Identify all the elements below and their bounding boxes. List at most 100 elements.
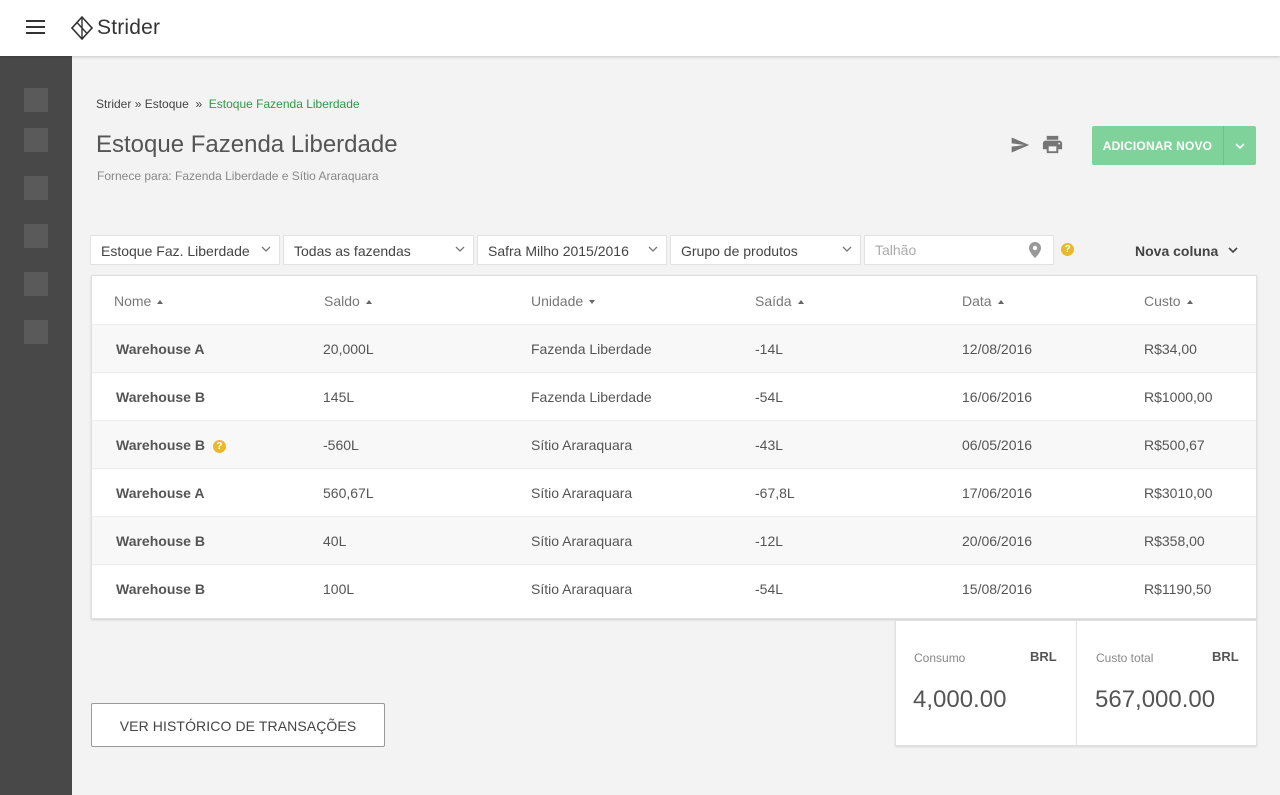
sidebar-item-3[interactable] xyxy=(24,176,48,200)
page-title: Estoque Fazenda Liberdade xyxy=(96,131,398,158)
breadcrumb-separator: » xyxy=(195,97,203,111)
consumo-currency: BRL xyxy=(1030,649,1057,664)
cell-unidade: Sítio Araraquara xyxy=(531,485,633,501)
column-header-custo[interactable]: Custo xyxy=(1144,293,1193,309)
table-row[interactable]: Warehouse B? -560L Sítio Araraquara -43L… xyxy=(92,420,1256,468)
breadcrumb-root[interactable]: Strider xyxy=(96,97,131,111)
cell-saida: -14L xyxy=(755,341,784,357)
column-header-label: Unidade xyxy=(531,293,584,309)
cell-unidade: Sítio Araraquara xyxy=(531,437,633,453)
sidebar-item-5[interactable] xyxy=(24,272,48,296)
column-header-nome[interactable]: Nome xyxy=(114,293,164,309)
table-row[interactable]: Warehouse A 560,67L Sítio Araraquara -67… xyxy=(92,468,1256,516)
app-title: Strider xyxy=(97,16,161,39)
cell-data: 06/05/2016 xyxy=(962,437,1033,453)
cell-saida: -67,8L xyxy=(755,485,795,501)
totals-divider xyxy=(1076,621,1077,745)
column-header-data[interactable]: Data xyxy=(962,293,1004,309)
sort-asc-icon xyxy=(157,300,164,304)
column-header-label: Custo xyxy=(1144,293,1181,309)
sort-asc-icon xyxy=(1186,300,1193,304)
cell-nome: Warehouse B? xyxy=(116,437,226,453)
consumo-label: Consumo xyxy=(914,651,966,665)
send-icon[interactable] xyxy=(1010,135,1030,155)
sidebar-item-6[interactable] xyxy=(24,320,48,344)
sidebar-item-2[interactable] xyxy=(24,128,48,152)
totals-card: Consumo BRL 4,000.00 Custo total BRL 567… xyxy=(895,620,1257,746)
sidebar-item-1[interactable] xyxy=(24,88,48,112)
safra-select-value: Safra Milho 2015/2016 xyxy=(488,243,629,259)
column-header-saida[interactable]: Saída xyxy=(755,293,804,309)
map-pin-icon[interactable] xyxy=(1029,242,1041,258)
cell-saldo: 40L xyxy=(323,533,347,549)
cell-saldo: 100L xyxy=(323,581,355,597)
cell-saida: -54L xyxy=(755,581,784,597)
cell-unidade: Fazenda Liberdade xyxy=(531,341,652,357)
table-row[interactable]: Warehouse B 145L Fazenda Liberdade -54L … xyxy=(92,372,1256,420)
cell-data: 17/06/2016 xyxy=(962,485,1033,501)
cell-custo: R$358,00 xyxy=(1144,533,1205,549)
transaction-history-button[interactable]: VER HISTÓRICO DE TRANSAÇÕES xyxy=(91,703,385,747)
table-row[interactable]: Warehouse A 20,000L Fazenda Liberdade -1… xyxy=(92,324,1256,372)
cell-data: 16/06/2016 xyxy=(962,389,1033,405)
cell-custo: R$3010,00 xyxy=(1144,485,1213,501)
cell-saida: -54L xyxy=(755,389,784,405)
cell-saida: -43L xyxy=(755,437,784,453)
estoque-select[interactable]: Estoque Faz. Liberdade xyxy=(90,235,280,265)
cell-saldo: 560,67L xyxy=(323,485,374,501)
cell-data: 15/08/2016 xyxy=(962,581,1033,597)
cell-unidade: Sítio Araraquara xyxy=(531,533,633,549)
cell-data: 12/08/2016 xyxy=(962,341,1033,357)
add-new-button[interactable]: ADICIONAR NOVO xyxy=(1092,126,1223,165)
table-row[interactable]: Warehouse B 40L Sítio Araraquara -12L 20… xyxy=(92,516,1256,564)
breadcrumb-section[interactable]: Estoque xyxy=(145,97,189,111)
cell-data: 20/06/2016 xyxy=(962,533,1033,549)
column-header-unidade[interactable]: Unidade xyxy=(531,293,596,309)
cell-nome-text: Warehouse B xyxy=(116,437,205,453)
grupo-produtos-select-value: Grupo de produtos xyxy=(681,243,798,259)
cell-custo: R$500,67 xyxy=(1144,437,1205,453)
cell-saldo: 145L xyxy=(323,389,355,405)
cell-nome: Warehouse B xyxy=(116,581,205,597)
cell-nome: Warehouse B xyxy=(116,533,205,549)
strider-logo-icon xyxy=(71,16,93,40)
cell-custo: R$34,00 xyxy=(1144,341,1197,357)
cell-saldo: -560L xyxy=(323,437,359,453)
column-header-label: Saldo xyxy=(324,293,360,309)
add-new-dropdown-button[interactable] xyxy=(1224,126,1256,165)
sort-asc-icon xyxy=(365,300,372,304)
warning-help-icon[interactable]: ? xyxy=(212,440,226,453)
sidebar-item-4[interactable] xyxy=(24,224,48,248)
custo-total-currency: BRL xyxy=(1212,649,1239,664)
nova-coluna-button[interactable]: Nova coluna xyxy=(1135,243,1238,259)
cell-unidade: Fazenda Liberdade xyxy=(531,389,652,405)
fazendas-select[interactable]: Todas as fazendas xyxy=(283,235,474,265)
grupo-produtos-select[interactable]: Grupo de produtos xyxy=(670,235,861,265)
safra-select[interactable]: Safra Milho 2015/2016 xyxy=(477,235,667,265)
fazendas-select-value: Todas as fazendas xyxy=(294,243,411,259)
cell-saldo: 20,000L xyxy=(323,341,374,357)
custo-total-label: Custo total xyxy=(1096,651,1154,665)
chevron-down-icon xyxy=(455,246,465,252)
talhao-input[interactable] xyxy=(865,236,1015,264)
page-subtitle: Fornece para: Fazenda Liberdade e Sítio … xyxy=(97,169,379,183)
cell-nome: Warehouse B xyxy=(116,389,205,405)
hamburger-menu-icon[interactable] xyxy=(26,20,46,36)
add-new-split-button: ADICIONAR NOVO xyxy=(1092,126,1256,165)
breadcrumb-separator: » xyxy=(134,97,142,111)
talhao-field xyxy=(864,235,1054,265)
sort-asc-icon xyxy=(797,300,804,304)
column-header-saldo[interactable]: Saldo xyxy=(324,293,372,309)
chevron-down-icon xyxy=(1235,143,1245,149)
table-row[interactable]: Warehouse B 100L Sítio Araraquara -54L 1… xyxy=(92,564,1256,612)
column-header-label: Saída xyxy=(755,293,792,309)
custo-total-value: 567,000.00 xyxy=(1095,686,1216,713)
sort-asc-icon xyxy=(997,300,1004,304)
column-header-label: Data xyxy=(962,293,992,309)
sidebar xyxy=(0,56,72,795)
chevron-down-icon xyxy=(1228,247,1238,253)
print-icon[interactable] xyxy=(1041,133,1064,156)
stock-table: Nome Saldo Unidade Saída Data Custo Ware… xyxy=(91,275,1257,619)
estoque-select-value: Estoque Faz. Liberdade xyxy=(101,243,250,259)
help-icon[interactable]: ? xyxy=(1061,243,1074,256)
